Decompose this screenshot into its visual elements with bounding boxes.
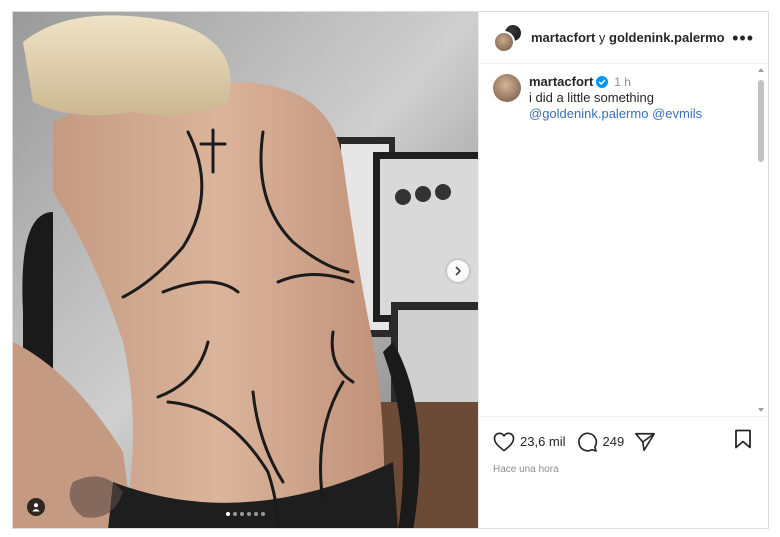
action-bar: 23,6 mil 249 <box>493 429 754 454</box>
comments-scrollbar[interactable] <box>757 68 765 412</box>
comment-count[interactable]: 249 <box>603 434 625 449</box>
carousel-dot <box>233 512 237 516</box>
verified-badge-icon <box>596 76 609 88</box>
carousel-indicator <box>13 512 478 516</box>
avatar[interactable] <box>493 74 521 102</box>
like-count[interactable]: 23,6 mil <box>520 434 566 449</box>
post-timestamp[interactable]: Hace una hora <box>493 464 754 475</box>
caption-username[interactable]: martacfort <box>529 74 593 89</box>
author-link[interactable]: martacfort <box>531 30 595 45</box>
like-button[interactable]: 23,6 mil <box>493 432 566 452</box>
user-icon <box>32 503 40 512</box>
post-sidebar: martacfort y goldenink.palermo ••• marta… <box>478 12 768 528</box>
scroll-up-arrow-icon[interactable] <box>758 68 764 72</box>
carousel-dot <box>247 512 251 516</box>
post-authors: martacfort y goldenink.palermo <box>531 30 732 45</box>
author-conjunction: y <box>598 30 606 45</box>
author-link[interactable]: goldenink.palermo <box>609 30 725 45</box>
mention-link[interactable]: @evmils <box>652 106 702 121</box>
carousel-dot <box>226 512 230 516</box>
comment-button[interactable]: 249 <box>576 431 625 453</box>
carousel-next-button[interactable] <box>447 260 469 282</box>
scroll-down-arrow-icon[interactable] <box>758 408 764 412</box>
save-button[interactable] <box>734 429 752 454</box>
comments-section[interactable]: martacfort 1 h i did a little something @… <box>479 64 768 416</box>
post-header: martacfort y goldenink.palermo ••• <box>479 12 768 64</box>
post-actions: 23,6 mil 249 Hace una hora <box>479 416 768 528</box>
avatar <box>493 30 515 53</box>
comment-icon <box>577 432 597 452</box>
caption-body: martacfort 1 h i did a little something @… <box>529 74 702 122</box>
share-button[interactable] <box>634 431 656 453</box>
post-photo <box>13 12 478 528</box>
carousel-dot <box>240 512 244 516</box>
send-icon <box>635 432 656 451</box>
carousel-dot <box>254 512 258 516</box>
more-options-button[interactable]: ••• <box>732 29 754 47</box>
post-media[interactable] <box>13 12 478 528</box>
caption-text: i did a little something <box>529 90 655 105</box>
caption-time: 1 h <box>614 75 631 89</box>
mention-link[interactable]: @goldenink.palermo <box>529 106 648 121</box>
scrollbar-thumb[interactable] <box>758 80 764 162</box>
collab-avatars[interactable] <box>493 22 523 53</box>
chevron-right-icon <box>455 266 461 276</box>
instagram-post: martacfort y goldenink.palermo ••• marta… <box>12 11 769 529</box>
heart-icon <box>493 432 515 451</box>
carousel-dot <box>261 512 265 516</box>
caption: martacfort 1 h i did a little something @… <box>493 74 754 122</box>
bookmark-icon <box>735 429 751 449</box>
